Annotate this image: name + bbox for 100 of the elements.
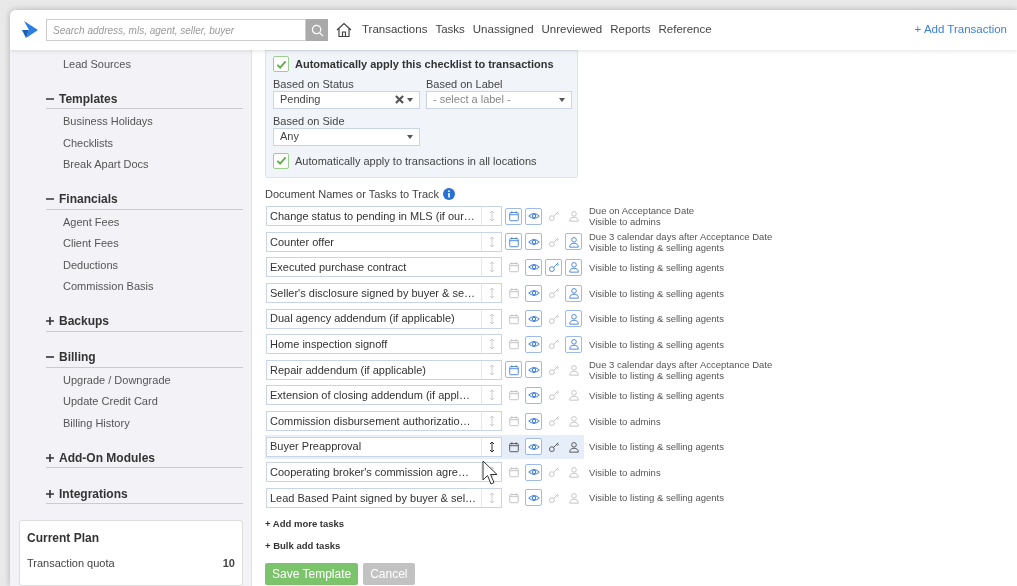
section-header[interactable]: Backups <box>59 312 110 330</box>
task-field[interactable]: Commission disbursement authorizatio… <box>266 411 502 432</box>
sidebar-item[interactable]: Client Fees <box>63 233 243 255</box>
task-note: Visible to admins <box>589 415 661 427</box>
section-header[interactable]: Billing <box>59 348 96 366</box>
toggle-button[interactable] <box>525 438 542 456</box>
collapse-icon[interactable] <box>46 353 54 361</box>
sidebar-item[interactable]: Update Credit Card <box>63 391 243 413</box>
person-icon <box>567 338 580 351</box>
select-field[interactable]: - select a label - <box>426 90 572 109</box>
task-note: Visible to listing & selling agents <box>589 492 724 504</box>
person-icon <box>567 491 580 504</box>
toggle-button[interactable] <box>525 310 542 328</box>
task-field[interactable]: Home inspection signoff <box>266 334 502 355</box>
section-header[interactable]: Integrations <box>59 484 128 503</box>
toggle-button[interactable] <box>525 489 542 507</box>
toggle-button[interactable] <box>505 207 522 225</box>
info-icon[interactable] <box>443 188 456 201</box>
toggle-button[interactable] <box>525 463 542 481</box>
checkbox-label: Automatically apply this checklist to transactions <box>295 57 554 72</box>
toggle-button[interactable] <box>505 361 522 379</box>
logo-icon[interactable] <box>22 21 38 39</box>
task-note: Visible to listing & selling agents <box>589 441 724 453</box>
search-field[interactable]: Search address, mls, agent, seller, buyer <box>46 19 306 41</box>
clear-icon[interactable] <box>395 95 404 104</box>
toggle-button[interactable] <box>565 335 582 353</box>
add-link[interactable]: + Add more tasks <box>265 516 345 531</box>
nav-link[interactable]: Reports <box>610 21 651 39</box>
task-note: Visible to listing & selling agents <box>589 262 724 273</box>
section-label: Document Names or Tasks to Track <box>265 187 440 202</box>
task-note: Visible to listing & selling agents <box>589 369 724 381</box>
toggle-button[interactable] <box>525 412 542 430</box>
plan-value: 10 <box>222 556 235 571</box>
sidebar-item[interactable]: Lead Sources <box>63 54 243 75</box>
task-note: Visible to admins <box>589 466 661 478</box>
toggle-button[interactable] <box>565 233 582 251</box>
task-field[interactable]: Buyer Preapproval <box>266 436 502 457</box>
key-icon <box>547 389 560 402</box>
sidebar-item[interactable]: Agent Fees <box>63 211 243 233</box>
task-note: Visible to listing & selling agents <box>589 241 724 253</box>
drag-handle-icon[interactable] <box>488 440 495 453</box>
collapse-icon[interactable] <box>46 195 54 203</box>
toggle-button[interactable] <box>525 284 542 302</box>
toggle-button[interactable] <box>525 233 542 251</box>
task-field[interactable]: Counter offer <box>266 231 502 252</box>
section-header[interactable]: Financials <box>59 190 118 208</box>
sidebar-item[interactable]: Billing History <box>63 412 243 434</box>
key-icon <box>547 338 560 351</box>
sidebar-item[interactable]: Checklists <box>63 132 243 154</box>
toggle-button[interactable] <box>565 284 582 302</box>
task-field[interactable]: Dual agency addendum (if applicable) <box>266 308 502 329</box>
home-icon[interactable] <box>336 22 352 38</box>
person-icon <box>567 363 580 376</box>
toggle-button[interactable] <box>525 361 542 379</box>
section-header[interactable]: Templates <box>59 89 118 108</box>
task-note: Visible to listing & selling agents <box>589 338 724 350</box>
plan-label: Transaction quota <box>27 556 115 571</box>
checkbox[interactable] <box>273 56 289 73</box>
checkbox[interactable] <box>273 152 289 169</box>
task-field[interactable]: Cooperating broker's commission agre… <box>266 462 502 483</box>
toggle-button[interactable] <box>505 233 522 251</box>
task-field[interactable]: Seller's disclosure signed by buyer & se… <box>266 283 502 304</box>
task-field[interactable]: Change status to pending in MLS (if our… <box>266 206 502 227</box>
toggle-button[interactable] <box>525 259 542 276</box>
task-field[interactable]: Extension of closing addendum (if appl… <box>266 385 502 406</box>
task-field[interactable]: Executed purchase contract <box>266 257 502 278</box>
expand-icon[interactable] <box>46 317 54 325</box>
calendar-icon <box>507 312 520 325</box>
nav-link[interactable]: Unassigned <box>472 21 534 39</box>
nav-link[interactable]: Reference <box>658 21 712 39</box>
nav-link[interactable]: Tasks <box>435 21 465 39</box>
select-field[interactable]: Any <box>273 127 420 146</box>
toggle-button[interactable] <box>525 386 542 404</box>
expand-icon[interactable] <box>46 453 54 462</box>
key-icon <box>547 235 560 248</box>
sidebar-item[interactable]: Business Holidays <box>63 111 243 133</box>
sidebar-item[interactable]: Upgrade / Downgrade <box>63 369 243 391</box>
toggle-button[interactable] <box>565 310 582 328</box>
toggle-button[interactable] <box>545 259 562 276</box>
key-icon <box>547 466 560 479</box>
search-button[interactable] <box>306 19 328 41</box>
nav-link[interactable]: Unreviewed <box>541 21 603 39</box>
expand-icon[interactable] <box>46 489 54 498</box>
sidebar-item[interactable]: Break Apart Docs <box>63 154 243 176</box>
calendar-icon <box>507 491 520 504</box>
toggle-button[interactable] <box>525 207 542 225</box>
sidebar-item[interactable]: Commission Basis <box>63 276 243 298</box>
toggle-button[interactable] <box>565 259 582 276</box>
select-field[interactable]: Pending <box>273 90 420 109</box>
task-note: Due 3 calendar days after Acceptance Date <box>589 358 773 370</box>
add-link[interactable]: + Bulk add tasks <box>265 538 341 554</box>
task-field[interactable]: Lead Based Paint signed by buyer & sel… <box>266 487 502 508</box>
nav-link[interactable]: Transactions <box>362 21 428 39</box>
section-header[interactable]: Add-On Modules <box>59 448 155 467</box>
add-transaction-link[interactable]: + Add Transaction <box>914 21 1007 39</box>
task-field[interactable]: Repair addendum (if applicable) <box>266 359 502 380</box>
sidebar-item[interactable]: Deductions <box>63 254 243 276</box>
calendar-icon <box>507 261 520 274</box>
toggle-button[interactable] <box>525 335 542 353</box>
task-note: Visible to listing & selling agents <box>589 389 724 401</box>
